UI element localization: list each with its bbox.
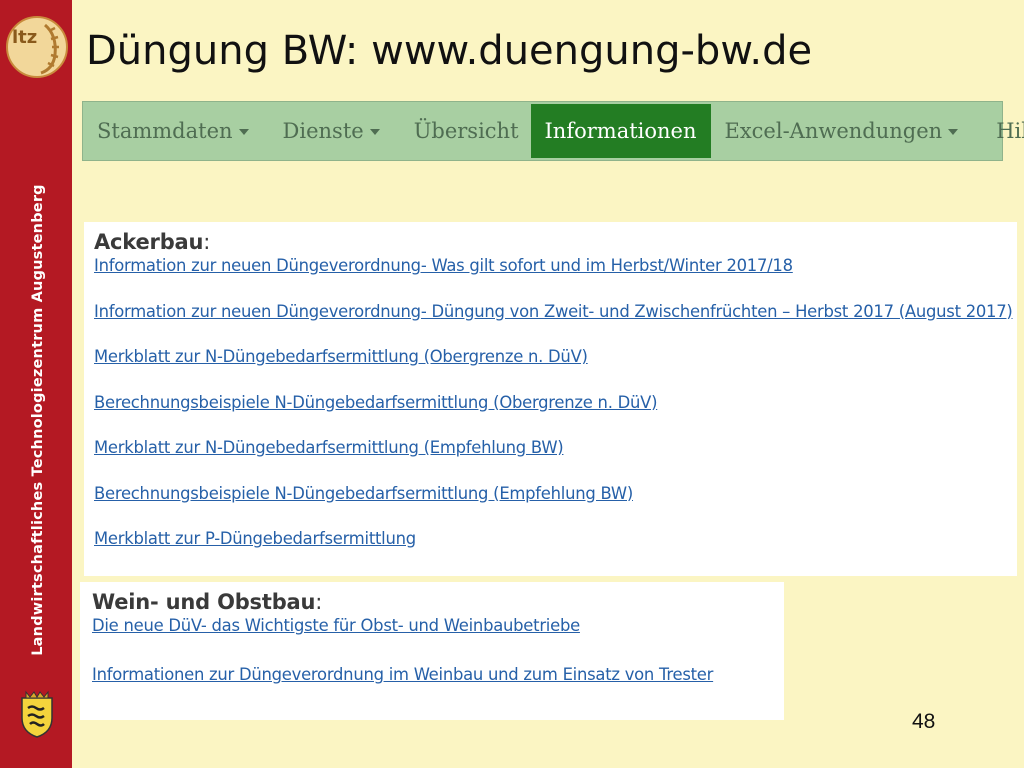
caret-down-icon: [238, 129, 249, 135]
nav-item-label: Dienste: [282, 119, 364, 143]
left-sidebar-bar: ltz Landwirtschaftliches Technologiezent…: [0, 0, 72, 768]
wein-obstbau-heading: Wein- und Obstbau:: [92, 590, 323, 614]
page-number: 48: [912, 710, 936, 733]
ackerbau-link-5[interactable]: Merkblatt zur N-Düngebedarfsermittlung (…: [94, 438, 1017, 484]
caret-down-icon: [948, 129, 959, 135]
weinobst-link-2[interactable]: Informationen zur Düngeverordnung im Wei…: [92, 665, 784, 714]
ackerbau-heading-text: Ackerbau: [94, 230, 204, 254]
ackerbau-link-7[interactable]: Merkblatt zur P-Düngebedarfsermittlung: [94, 529, 1017, 575]
ackerbau-link-2[interactable]: Information zur neuen Düngeverordnung- D…: [94, 302, 1017, 348]
wein-obstbau-heading-text: Wein- und Obstbau: [92, 590, 316, 614]
ackerbau-link-4[interactable]: Berechnungsbeispiele N-Düngebedarfsermit…: [94, 393, 1017, 439]
nav-item-label: Hilfe: [996, 119, 1024, 143]
ackerbau-link-6[interactable]: Berechnungsbeispiele N-Düngebedarfsermit…: [94, 484, 1017, 530]
ackerbau-heading: Ackerbau:: [94, 230, 211, 254]
nav-item-excel-anwendungen[interactable]: Excel-Anwendungen: [711, 102, 971, 160]
nav-item-label: Excel-Anwendungen: [724, 119, 943, 143]
logo-text: ltz: [12, 27, 37, 48]
nav-item-stammdaten[interactable]: Stammdaten: [83, 102, 261, 160]
nav-item-dienste[interactable]: Dienste: [261, 102, 392, 160]
navbar: Stammdaten Dienste Übersicht Information…: [82, 101, 1024, 161]
ackerbau-link-1[interactable]: Information zur neuen Düngeverordnung- W…: [94, 256, 1017, 302]
wein-obstbau-panel: Wein- und Obstbau: Die neue DüV- das Wic…: [80, 582, 784, 720]
weinobst-link-1[interactable]: Die neue DüV- das Wichtigste für Obst- u…: [92, 616, 784, 665]
nav-item-uebersicht[interactable]: Übersicht: [392, 102, 531, 160]
nav-item-label: Stammdaten: [97, 119, 233, 143]
coat-of-arms-icon: [21, 690, 53, 738]
nav-item-label: Übersicht: [413, 119, 519, 143]
nav-item-label: Informationen: [544, 119, 697, 143]
ltz-logo-icon: ltz: [6, 16, 68, 78]
sidebar-vertical-label: Landwirtschaftliches Technologiezentrum …: [30, 184, 46, 656]
nav-item-hilfe[interactable]: Hilfe: [970, 102, 1024, 160]
ackerbau-panel: Ackerbau: Information zur neuen Düngever…: [84, 222, 1017, 576]
ackerbau-link-3[interactable]: Merkblatt zur N-Düngebedarfsermittlung (…: [94, 347, 1017, 393]
slide-title: Düngung BW: www.duengung-bw.de: [86, 28, 813, 74]
caret-down-icon: [369, 129, 380, 135]
nav-item-informationen[interactable]: Informationen: [530, 104, 711, 158]
